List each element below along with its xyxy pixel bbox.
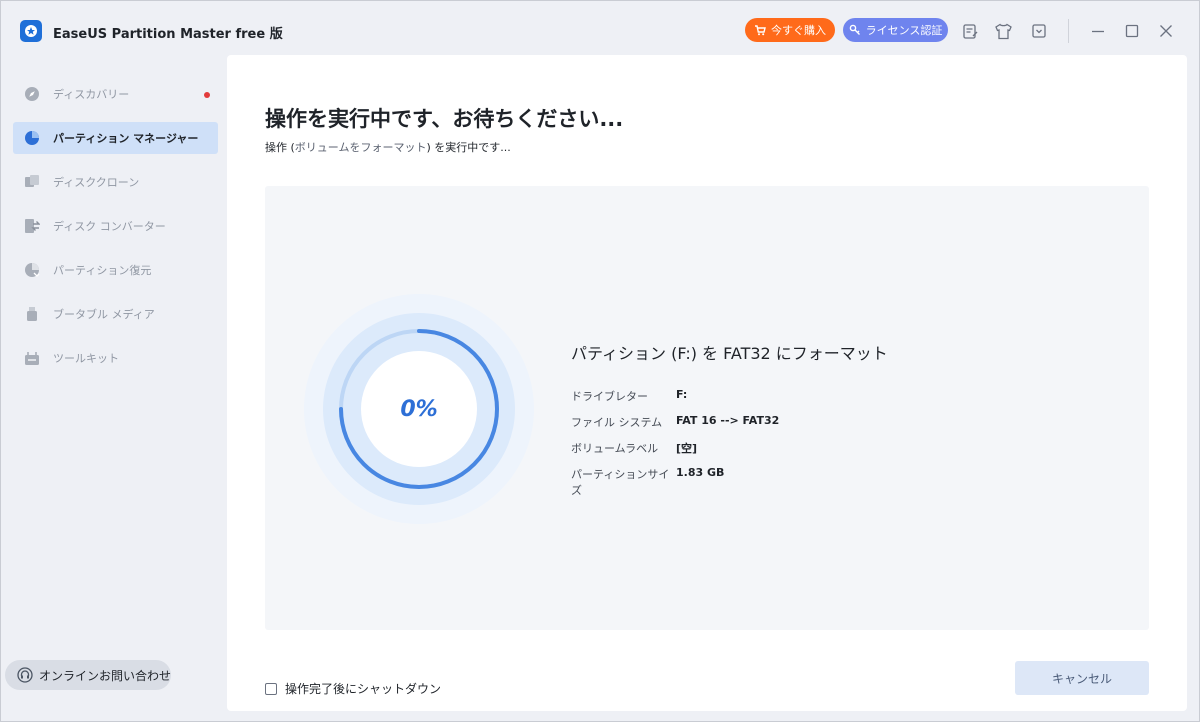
detail-value: F: [676,388,688,401]
sidebar-item-toolkit[interactable]: ツールキット [13,342,218,374]
buy-now-button[interactable]: 今すぐ購入 [745,18,835,42]
detail-key: ボリュームラベル [571,442,659,455]
detail-key: パーティションサイズ [571,468,670,497]
sidebar-item-disk-converter[interactable]: ディスク コンバーター [13,210,218,242]
main-content: 操作を実行中です、お待ちください... 操作 (ボリュームをフォーマット) を実… [227,55,1187,711]
sidebar-item-partition-manager[interactable]: パーティション マネージャー [13,122,218,154]
detail-row-file-system: ファイル システム FAT 16 --> FAT32 [571,414,779,430]
sidebar-item-label: ディスカバリー [53,88,130,101]
detail-value: [空] [676,442,698,455]
clone-icon [23,173,41,191]
toolkit-icon [23,349,41,367]
sidebar-item-discovery[interactable]: ディスカバリー [13,78,218,110]
sidebar-item-bootable-media[interactable]: ブータブル メディア [13,298,218,330]
shutdown-label: 操作完了後にシャットダウン [285,682,442,696]
operation-title: パティション (F:) を FAT32 にフォーマット [571,344,888,363]
progress-panel: 0% パティション (F:) を FAT32 にフォーマット ドライブレター F… [265,186,1149,630]
sidebar-item-label: ツールキット [53,352,119,365]
sidebar-item-disk-clone[interactable]: ディスククローン [13,166,218,198]
online-support-button[interactable]: オンラインお問い合わせ [5,660,171,690]
progress-ring: 0% [303,293,535,525]
title-bar: EaseUS Partition Master free 版 今すぐ購入 ライセ… [1,1,1199,57]
subtitle-prefix: 操作 ( [265,141,295,154]
buy-now-label: 今すぐ購入 [771,24,826,37]
detail-key: ファイル システム [571,416,663,429]
titlebar-divider [1068,19,1069,43]
license-button[interactable]: ライセンス認証 [843,18,948,42]
headset-icon [17,667,33,683]
minimize-icon[interactable] [1088,21,1108,41]
feedback-icon[interactable] [960,21,980,41]
online-support-label: オンラインお問い合わせ [39,668,172,683]
subtitle-suffix: ) を実行中です... [426,141,511,154]
detail-row-volume-label: ボリュームラベル [空] [571,440,697,456]
page-title: 操作を実行中です、お待ちください... [265,107,624,131]
maximize-icon[interactable] [1122,21,1142,41]
skin-shirt-icon[interactable] [993,21,1013,41]
detail-value: 1.83 GB [676,466,725,479]
sidebar-item-label: ブータブル メディア [53,308,155,321]
sidebar-item-label: パーティション マネージャー [53,132,199,145]
detail-row-partition-size: パーティションサイズ 1.83 GB [571,466,724,498]
sidebar-item-partition-recovery[interactable]: パーティション復元 [13,254,218,286]
shutdown-option[interactable]: 操作完了後にシャットダウン [265,680,441,697]
detail-row-drive-letter: ドライブレター F: [571,388,687,404]
sidebar: ディスカバリー パーティション マネージャー ディスククローン ディスク コンバ… [1,57,225,721]
menu-dropdown-icon[interactable] [1029,21,1049,41]
key-icon [849,24,860,35]
cart-icon [755,25,766,36]
operation-name-link: ボリュームをフォーマット [294,141,427,154]
notification-dot [204,92,210,98]
detail-value: FAT 16 --> FAT32 [676,414,780,427]
app-window: EaseUS Partition Master free 版 今すぐ購入 ライセ… [0,0,1200,722]
pie-chart-icon [23,129,41,147]
sidebar-item-label: パーティション復元 [53,264,152,277]
sidebar-item-label: ディスククローン [53,176,140,189]
operation-subtitle: 操作 (ボリュームをフォーマット) を実行中です... [265,139,511,155]
cancel-button[interactable]: キャンセル [1015,661,1149,695]
close-icon[interactable] [1156,21,1176,41]
recovery-icon [23,261,41,279]
progress-percent: 0% [400,396,438,422]
convert-icon [23,217,41,235]
usb-icon [23,305,41,323]
license-label: ライセンス認証 [865,24,943,37]
app-logo-icon [20,20,42,42]
compass-icon [23,85,41,103]
detail-key: ドライブレター [571,390,648,403]
shutdown-checkbox[interactable] [265,682,277,695]
app-title: EaseUS Partition Master free 版 [53,27,283,42]
sidebar-item-label: ディスク コンバーター [53,220,166,233]
